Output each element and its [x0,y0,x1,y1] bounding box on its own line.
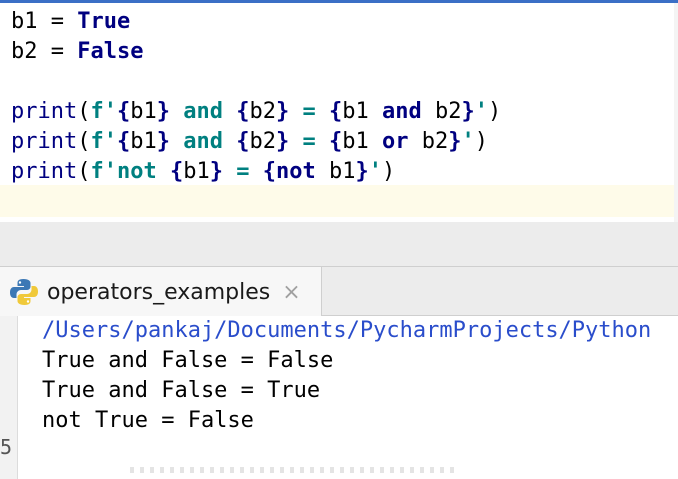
python-icon [10,279,38,305]
code-token: b1 [315,159,356,184]
code-token: b1 [342,129,382,154]
code-token: b1 [130,99,157,124]
code-line: print(f'{b1} and {b2} = {b1 and b2}') [11,97,501,127]
gutter-mark: 5 [0,435,13,459]
code-token: { [328,129,343,154]
code-token: True [77,9,131,34]
editor-scrollbar[interactable] [674,3,678,222]
empty-panel-area [0,222,678,266]
run-tab-operators-examples[interactable]: operators_examples × [0,267,322,317]
code-token: } [461,99,475,124]
console-line: True and False = False [42,348,334,373]
code-token: { [236,129,250,154]
console-line-path: /Users/pankaj/Documents/PycharmProjects/… [42,318,652,343]
code-token: ( [77,99,91,124]
code-line: print(f'not {b1} = {not b1}') [11,157,395,187]
code-token: b2 [249,99,276,124]
code-token: and [381,99,422,124]
code-token: b2 [249,129,276,154]
code-token: and [169,99,237,124]
console-gutter: 5 [0,316,18,479]
code-token: or [381,129,409,154]
code-token: { [328,99,343,124]
code-token: print [11,129,78,154]
code-token: { [236,99,250,124]
code-token: ) [474,129,488,154]
cut-off-text [130,467,460,473]
code-token: ' [461,129,475,154]
code-line: print(f'{b1} and {b2} = {b1 or b2}') [11,127,488,157]
code-token: ( [77,129,91,154]
code-token: } [156,99,170,124]
code-token: b1 = [11,9,78,34]
code-token: = [289,129,329,154]
code-token: b2 = [11,39,78,64]
code-token: b2 [421,99,462,124]
code-token: b1 [342,99,382,124]
code-line: b1 = True [11,7,130,37]
code-token: = [222,159,263,184]
code-token: b1 [183,159,210,184]
code-token: and [169,129,237,154]
code-token: b1 [130,129,157,154]
code-token: } [275,129,290,154]
code-token: ) [487,99,502,124]
code-token: = [289,99,329,124]
code-token: } [209,159,223,184]
run-console[interactable]: 5 /Users/pankaj/Documents/PycharmProject… [0,316,678,479]
code-token: f' [90,129,117,154]
current-line-highlight [0,185,678,217]
code-token: { [116,129,131,154]
console-line: not True = False [42,408,254,433]
code-token: f'not [90,159,170,184]
code-token: False [77,39,144,64]
code-token: } [275,99,290,124]
code-token: ' [368,159,382,184]
code-token: ) [381,159,396,184]
code-token: print [11,99,78,124]
close-icon[interactable]: × [282,280,300,305]
code-token: } [448,129,462,154]
code-token: b2 [408,129,449,154]
code-token: { [262,159,276,184]
console-line: True and False = True [42,378,321,403]
code-editor[interactable]: b1 = True b2 = False print(f'{b1} and {b2}… [0,0,678,222]
code-token: { [116,99,131,124]
code-line: b2 = False [11,37,143,67]
code-token: } [355,159,369,184]
run-tool-window-header: operators_examples × [0,266,678,317]
code-token: not [275,159,316,184]
code-token: ( [77,159,91,184]
code-token: print [11,159,78,184]
run-tab-label: operators_examples [47,279,271,305]
code-token: f' [90,99,117,124]
code-token: ' [474,99,488,124]
code-token: { [169,159,184,184]
code-token: } [156,129,170,154]
